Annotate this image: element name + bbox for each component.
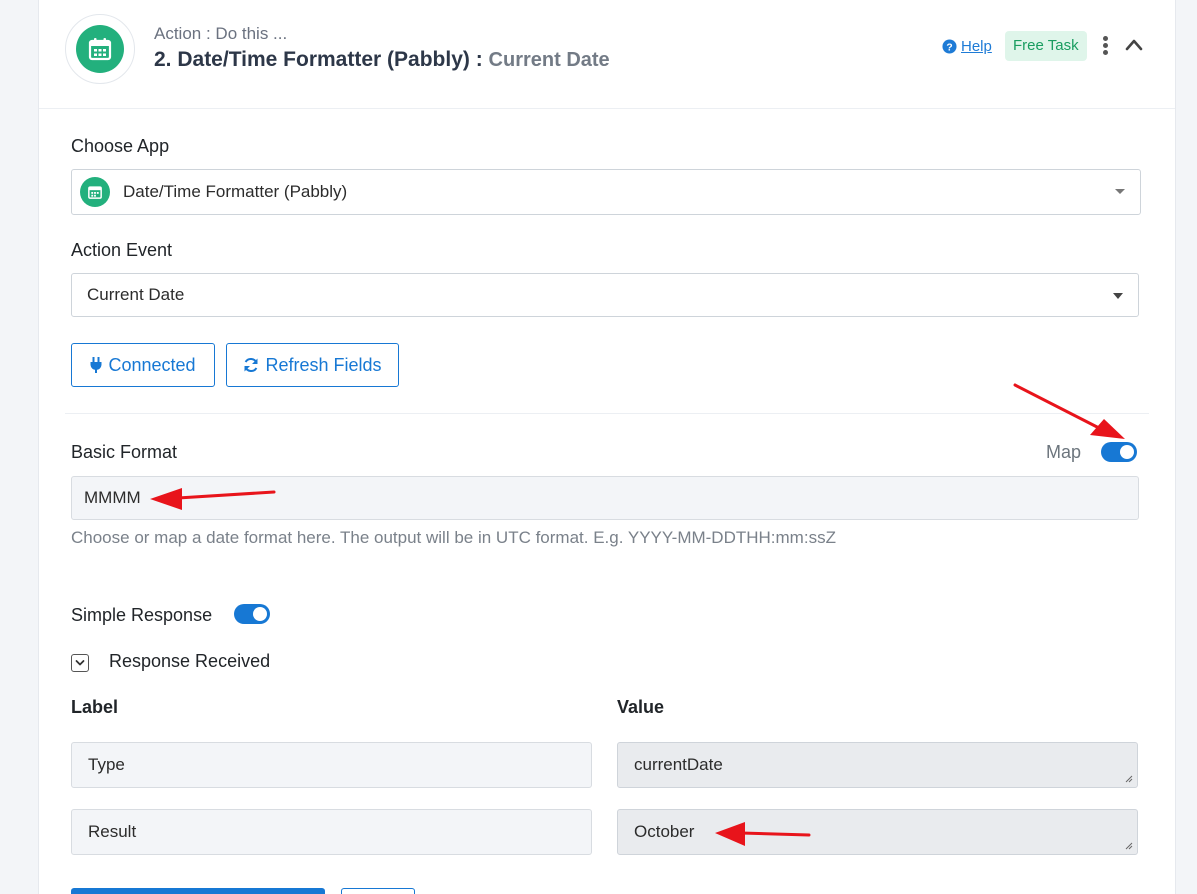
- action-event-select[interactable]: Current Date: [71, 273, 1139, 317]
- response-label-field-result: Result: [71, 809, 592, 855]
- action-title-text: 2. Date/Time Formatter (Pabbly) :: [154, 48, 483, 71]
- refresh-icon: [244, 357, 258, 373]
- response-value-text: currentDate: [634, 755, 723, 774]
- calendar-icon: [88, 38, 112, 61]
- response-received-label: Response Received: [109, 651, 271, 671]
- plug-icon: [90, 357, 102, 373]
- action-title: 2. Date/Time Formatter (Pabbly) : Curren…: [154, 48, 610, 72]
- refresh-fields-button[interactable]: Refresh Fields: [226, 343, 399, 387]
- app-logo: [65, 14, 135, 84]
- more-options-icon[interactable]: [1100, 36, 1110, 60]
- value-column-header: Value: [617, 697, 665, 717]
- simple-response-toggle[interactable]: [234, 604, 270, 624]
- response-label-text: Type: [88, 755, 125, 774]
- refresh-fields-label: Refresh Fields: [265, 354, 382, 375]
- annotation-arrow-map: [1013, 383, 1125, 439]
- action-event-label: Action Event: [71, 240, 173, 260]
- help-link-label[interactable]: Help: [961, 38, 992, 55]
- step-header[interactable]: Action : Do this ... 2. Date/Time Format…: [39, 0, 1175, 109]
- resize-handle-icon[interactable]: [1125, 842, 1133, 850]
- dropdown-caret-icon: [1115, 189, 1125, 194]
- basic-format-hint: Choose or map a date format here. The ou…: [71, 528, 836, 547]
- label-column-header: Label: [71, 697, 119, 717]
- response-value-text: October: [634, 822, 695, 841]
- dropdown-caret-icon: [1113, 293, 1123, 299]
- response-collapse-toggle[interactable]: [71, 654, 89, 672]
- resize-handle-icon[interactable]: [1125, 775, 1133, 783]
- connected-button-label: Connected: [108, 354, 196, 375]
- response-label-field-type: Type: [71, 742, 592, 788]
- section-divider: [65, 413, 1149, 414]
- action-event-value: Current Date: [87, 285, 185, 304]
- choose-app-value: Date/Time Formatter (Pabbly): [123, 182, 348, 201]
- map-toggle[interactable]: [1101, 442, 1137, 462]
- response-value-field-result[interactable]: October: [617, 809, 1138, 855]
- annotation-arrow-format: [150, 488, 276, 510]
- free-task-badge: Free Task: [1005, 31, 1087, 61]
- connected-button[interactable]: Connected: [71, 343, 215, 387]
- choose-app-label: Choose App: [71, 136, 170, 156]
- action-subtitle: Action : Do this ...: [154, 24, 288, 43]
- annotation-arrow-result: [715, 822, 811, 846]
- response-label-text: Result: [88, 822, 137, 841]
- svg-text:?: ?: [946, 42, 952, 53]
- simple-response-label: Simple Response: [71, 605, 213, 625]
- basic-format-value: MMMM: [84, 488, 141, 507]
- help-link[interactable]: ? Help: [942, 38, 992, 55]
- basic-format-label: Basic Format: [71, 442, 178, 462]
- app-select-calendar-icon: [80, 177, 110, 207]
- chevron-up-icon[interactable]: [1124, 36, 1144, 54]
- response-value-field-type[interactable]: currentDate: [617, 742, 1138, 788]
- choose-app-select[interactable]: Date/Time Formatter (Pabbly): [71, 169, 1141, 215]
- chevron-down-icon: [75, 660, 85, 666]
- action-event-name: Current Date: [488, 49, 610, 71]
- question-circle-icon: ?: [942, 39, 957, 54]
- action-step-card: Action : Do this ... 2. Date/Time Format…: [38, 0, 1176, 894]
- primary-action-button[interactable]: [71, 888, 325, 894]
- secondary-action-button[interactable]: [341, 888, 415, 894]
- map-toggle-label: Map: [1046, 442, 1082, 462]
